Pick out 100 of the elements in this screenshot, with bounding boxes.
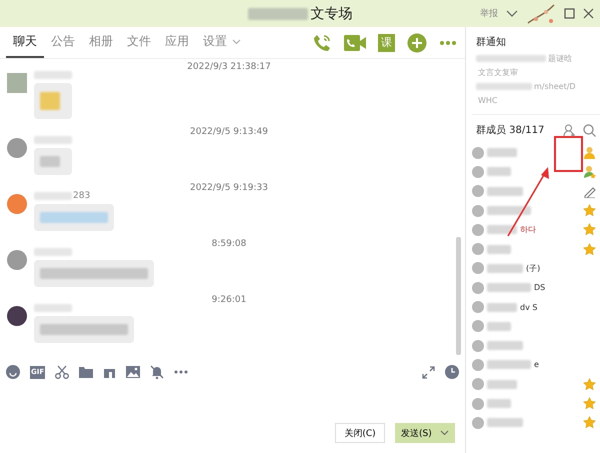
member-row[interactable]: DS [472, 278, 600, 298]
highlight-box [554, 136, 583, 172]
close-button[interactable]: 关闭(C) [335, 423, 385, 443]
avatar [472, 320, 484, 332]
blurred-text [34, 192, 72, 200]
avatar [7, 194, 27, 214]
tab[interactable]: 应用 [158, 27, 196, 58]
phone-icon[interactable] [312, 32, 332, 52]
tab[interactable]: 公告 [44, 27, 82, 58]
avatar [472, 204, 484, 217]
notice-title: 群通知 [476, 36, 507, 49]
blurred-text [487, 186, 523, 196]
blurred-text [476, 55, 546, 62]
blurred-text [476, 83, 532, 90]
member-row[interactable]: 하다 [472, 220, 600, 240]
more-icon[interactable] [174, 370, 188, 374]
scissors-icon[interactable] [55, 365, 70, 379]
blurred-text [40, 212, 108, 223]
blurred-text [487, 322, 511, 331]
blurred-text [34, 136, 72, 144]
member-count: 群成员 38/117 [476, 124, 544, 137]
avatar [7, 250, 27, 270]
tab[interactable]: 设置 [196, 27, 248, 58]
member-name: 하다 [520, 224, 536, 236]
blurred-text [487, 264, 523, 273]
avatar [472, 224, 484, 236]
timestamp: 9:26:01 [210, 295, 248, 305]
notice-text: 题谜晗 [548, 53, 572, 64]
blurred-text [40, 92, 60, 110]
blurred-text [487, 380, 517, 389]
blurred-text [487, 225, 517, 234]
member-name: DS [534, 283, 546, 292]
star-icon [583, 416, 596, 430]
avatar [472, 358, 484, 371]
avatar [7, 306, 27, 326]
timestamp: 2022/9/3 21:38:17 [186, 62, 272, 72]
star-icon [583, 397, 596, 410]
admin-icon [583, 165, 596, 178]
blurred-text [487, 283, 531, 292]
blurred-text [487, 341, 523, 350]
blurred-text [487, 148, 517, 158]
avatar [7, 138, 27, 158]
expand-icon[interactable] [422, 366, 435, 378]
blurred-text [40, 156, 60, 167]
window-title: 文专场 [310, 4, 352, 22]
chevron-down-icon [440, 430, 449, 436]
clock-icon[interactable] [445, 365, 459, 379]
emoji-icon[interactable] [6, 365, 20, 379]
timestamp: 2022/9/5 9:19:33 [189, 183, 269, 193]
avatar [472, 282, 484, 294]
blurred-text [487, 244, 511, 254]
scrollbar[interactable] [456, 237, 461, 355]
tab[interactable]: 聊天 [6, 27, 44, 58]
blurred-text [34, 248, 72, 256]
member-name: e [534, 360, 539, 370]
more-icon[interactable] [439, 40, 457, 46]
avatar [472, 378, 484, 390]
chevron-down-icon[interactable] [506, 10, 518, 18]
owner-icon [583, 146, 596, 160]
folder-icon[interactable] [79, 366, 94, 378]
timestamp: 2022/9/5 9:13:49 [189, 127, 269, 137]
star-icon [583, 378, 596, 391]
image-icon[interactable] [126, 366, 140, 378]
report-link[interactable]: 举报 [480, 7, 498, 20]
search-icon[interactable] [583, 124, 596, 136]
star-icon [583, 223, 596, 236]
pencil-icon [583, 184, 596, 198]
notice-text: m/sheet/D [534, 82, 576, 91]
blurred-text [487, 399, 511, 408]
member-row[interactable]: (子) [472, 258, 600, 278]
timestamp: 8:59:08 [210, 239, 248, 249]
blurred-text [34, 71, 72, 79]
star-icon [583, 242, 596, 256]
member-name: (子) [526, 262, 540, 274]
close-icon[interactable] [583, 8, 594, 19]
send-button[interactable]: 发送(S) [395, 423, 455, 443]
blurred-text [487, 206, 531, 216]
tab[interactable]: 文件 [120, 27, 158, 58]
video-call-icon[interactable] [344, 34, 366, 52]
blurred-text [248, 8, 308, 20]
member-row[interactable]: e [472, 355, 600, 375]
avatar [472, 166, 484, 178]
add-person-icon[interactable] [563, 124, 576, 136]
avatar [7, 73, 27, 93]
blurred-text [34, 304, 72, 312]
blurred-text [487, 302, 517, 312]
muted-bell-icon[interactable] [150, 365, 164, 379]
member-row[interactable]: dv S [472, 297, 600, 317]
class-button[interactable]: 课 [378, 34, 395, 52]
add-icon[interactable] [407, 32, 427, 52]
avatar [472, 301, 484, 314]
star-icon [583, 204, 596, 218]
maximize-icon[interactable] [564, 8, 575, 19]
blurred-text [487, 360, 531, 370]
avatar [472, 416, 484, 429]
avatar [472, 185, 484, 198]
tab[interactable]: 相册 [82, 27, 120, 58]
avatar [472, 243, 484, 256]
sender-name: 283 [73, 191, 90, 201]
notice-text: 文言文复审 [478, 67, 518, 78]
